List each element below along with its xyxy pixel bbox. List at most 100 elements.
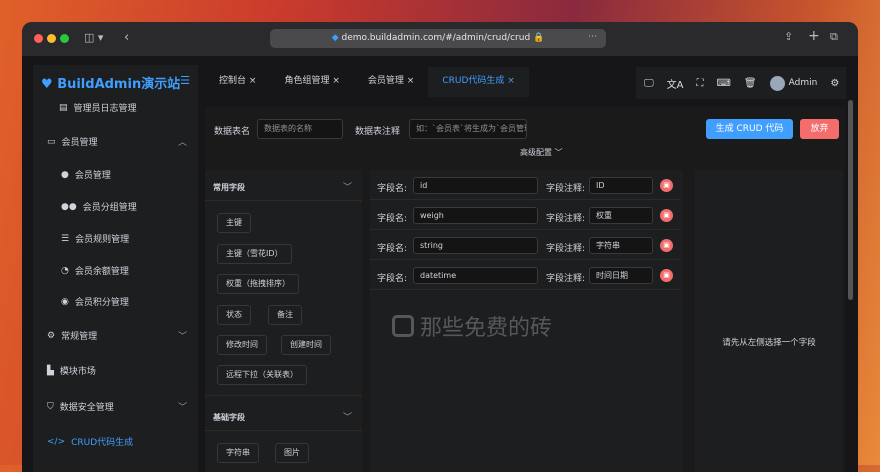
field-name-input[interactable]: string bbox=[413, 237, 538, 254]
user-menu[interactable]: Admin bbox=[769, 75, 817, 91]
tab-role-group[interactable]: 角色组管理 × bbox=[270, 67, 353, 97]
crud-main: 数据表名 数据表的名称 数据表注释 如：`会员表`将生成为`会员管理` 生成 C… bbox=[205, 107, 845, 472]
settings-icon[interactable]: ⚙ bbox=[830, 78, 839, 89]
monitor-icon[interactable]: 🖵 bbox=[644, 78, 654, 89]
close-icon[interactable]: × bbox=[332, 76, 340, 86]
sidebar-item-routine[interactable]: ⚙ 常规管理 ﹀ bbox=[47, 329, 187, 343]
field-name-input[interactable]: datetime bbox=[413, 267, 538, 284]
label: 管理员日志管理 bbox=[73, 104, 137, 114]
field-comment-input[interactable]: 权重 bbox=[589, 207, 653, 224]
page-scrollbar[interactable] bbox=[848, 100, 853, 300]
trash-icon: ▣ bbox=[663, 241, 670, 249]
back-icon[interactable]: ‹ bbox=[124, 30, 129, 45]
menu-collapse-icon[interactable]: ☰ bbox=[180, 74, 190, 87]
tab-label: 角色组管理 bbox=[284, 76, 330, 86]
log-icon: ▤ bbox=[59, 102, 68, 113]
chevron-down-icon[interactable]: ﹀ bbox=[343, 410, 352, 423]
close-icon[interactable]: × bbox=[507, 76, 515, 86]
close-icon[interactable]: × bbox=[407, 76, 415, 86]
field-comment-label: 字段注释: bbox=[546, 244, 586, 254]
sidebar-item-crud[interactable]: </> CRUD代码生成 bbox=[47, 435, 187, 449]
field-tag[interactable]: 字符串 bbox=[217, 443, 259, 463]
sidebar-item-member[interactable]: ▭ 会员管理 ︿ bbox=[47, 135, 187, 149]
chevron-down-icon: ﹀ bbox=[177, 332, 187, 342]
field-type-panel: 常用字段 ﹀ 主键 主键（雪花ID） 权重（拖拽排序） 状态 备注 修改时间 创… bbox=[205, 170, 362, 472]
translate-icon[interactable]: 文A bbox=[667, 76, 684, 91]
field-comment-input[interactable]: 时间日期 bbox=[589, 267, 653, 284]
tab-label: 控制台 bbox=[219, 76, 247, 86]
empty-hint: 请先从左侧选择一个字段 bbox=[722, 338, 816, 348]
tab-label: 会员管理 bbox=[367, 76, 404, 86]
field-comment-label: 字段注释: bbox=[546, 214, 586, 224]
tab-dashboard[interactable]: 控制台 × bbox=[205, 67, 270, 97]
close-icon[interactable]: × bbox=[249, 76, 257, 86]
label: CRUD代码生成 bbox=[71, 438, 134, 448]
chevron-down-icon[interactable]: ﹀ bbox=[343, 180, 352, 193]
label: 常规管理 bbox=[61, 332, 98, 342]
sidebar-item-member-score[interactable]: ◉ 会员积分管理 bbox=[61, 295, 201, 309]
avatar bbox=[769, 75, 785, 91]
field-row[interactable]: 字段名: id 字段注释: ID ▣ bbox=[370, 172, 680, 200]
field-tag[interactable]: 备注 bbox=[268, 305, 302, 325]
delete-field-button[interactable]: ▣ bbox=[660, 269, 673, 282]
sidebar-item-member-balance[interactable]: ◔ 会员余额管理 bbox=[61, 264, 201, 278]
tabs-overview-icon[interactable]: ⧉ bbox=[830, 30, 838, 44]
field-row[interactable]: 字段名: string 字段注释: 字符串 ▣ bbox=[370, 232, 680, 260]
field-name-input[interactable]: id bbox=[413, 177, 538, 194]
field-row[interactable]: 字段名: datetime 字段注释: 时间日期 ▣ bbox=[370, 262, 680, 290]
sidebar-item-member-manage[interactable]: ● 会员管理 bbox=[61, 168, 201, 182]
field-name-label: 字段名: bbox=[377, 244, 408, 254]
delete-field-button[interactable]: ▣ bbox=[660, 179, 673, 192]
field-comment-input[interactable]: 字符串 bbox=[589, 237, 653, 254]
tab-member[interactable]: 会员管理 × bbox=[354, 67, 428, 97]
field-tag[interactable]: 修改时间 bbox=[217, 335, 267, 355]
logo[interactable]: ♥ BuildAdmin演示站 bbox=[41, 73, 180, 92]
fullscreen-icon[interactable]: ⛶ bbox=[696, 78, 703, 89]
trash-icon: ▣ bbox=[663, 181, 670, 189]
field-tag[interactable]: 远程下拉（关联表） bbox=[217, 365, 307, 385]
field-tag[interactable]: 主键 bbox=[217, 213, 251, 233]
share-icon[interactable]: ⇪ bbox=[784, 30, 793, 43]
trash-icon[interactable]: 🗑 bbox=[744, 78, 757, 89]
new-tab-icon[interactable]: + bbox=[808, 28, 820, 44]
field-tag[interactable]: 权重（拖拽排序） bbox=[217, 274, 299, 294]
close-window-button[interactable] bbox=[34, 34, 43, 43]
label: 会员分组管理 bbox=[82, 203, 137, 213]
tab-crud[interactable]: CRUD代码生成 × bbox=[428, 67, 529, 97]
maximize-window-button[interactable] bbox=[60, 34, 69, 43]
sidebar-item-member-rule[interactable]: ☰ 会员规则管理 bbox=[61, 232, 201, 246]
trash-icon: ▣ bbox=[663, 271, 670, 279]
sidebar-item-module-market[interactable]: ▙ 模块市场 bbox=[47, 364, 187, 378]
delete-field-button[interactable]: ▣ bbox=[660, 209, 673, 222]
more-icon[interactable]: ⋯ bbox=[588, 32, 597, 42]
shield-icon: ⛉ bbox=[47, 401, 54, 412]
field-tag[interactable]: 创建时间 bbox=[281, 335, 331, 355]
group-title-common: 常用字段 bbox=[213, 183, 245, 192]
field-name-input[interactable]: weigh bbox=[413, 207, 538, 224]
field-comment-input[interactable]: ID bbox=[589, 177, 653, 194]
field-tag[interactable]: 图片 bbox=[275, 443, 309, 463]
field-comment-label: 字段注释: bbox=[546, 184, 586, 194]
address-bar[interactable]: ◆ demo.buildadmin.com/#/admin/crud/crud … bbox=[270, 29, 606, 48]
table-comment-input[interactable]: 如：`会员表`将生成为`会员管理` bbox=[409, 119, 527, 139]
delete-field-button[interactable]: ▣ bbox=[660, 239, 673, 252]
user-icon: ● bbox=[61, 169, 69, 180]
sidebar-item-member-group[interactable]: ●● 会员分组管理 bbox=[61, 200, 201, 214]
terminal-icon[interactable]: ⌨ bbox=[716, 78, 730, 89]
group-title-basic: 基础字段 bbox=[213, 413, 245, 422]
table-name-input[interactable]: 数据表的名称 bbox=[257, 119, 343, 139]
field-row[interactable]: 字段名: weigh 字段注释: 权重 ▣ bbox=[370, 202, 680, 230]
sidebar-item-admin-log[interactable]: ▤ 管理员日志管理 bbox=[59, 101, 199, 115]
coin-icon: ◉ bbox=[61, 296, 69, 307]
field-name-label: 字段名: bbox=[377, 214, 408, 224]
minimize-window-button[interactable] bbox=[47, 34, 56, 43]
generate-crud-button[interactable]: 生成 CRUD 代码 bbox=[706, 119, 793, 139]
sidebar-toggle-icon[interactable]: ◫ ▾ bbox=[84, 31, 103, 44]
chevron-up-icon: ︿ bbox=[177, 138, 187, 148]
abandon-button[interactable]: 放弃 bbox=[800, 119, 839, 139]
field-tag[interactable]: 状态 bbox=[217, 305, 251, 325]
table-name-label: 数据表名 bbox=[214, 127, 251, 137]
advanced-config-toggle[interactable]: 高级配置 ﹀ bbox=[520, 147, 563, 158]
field-tag[interactable]: 主键（雪花ID） bbox=[217, 244, 292, 264]
sidebar-item-data-security[interactable]: ⛉ 数据安全管理 ﹀ bbox=[47, 400, 187, 414]
